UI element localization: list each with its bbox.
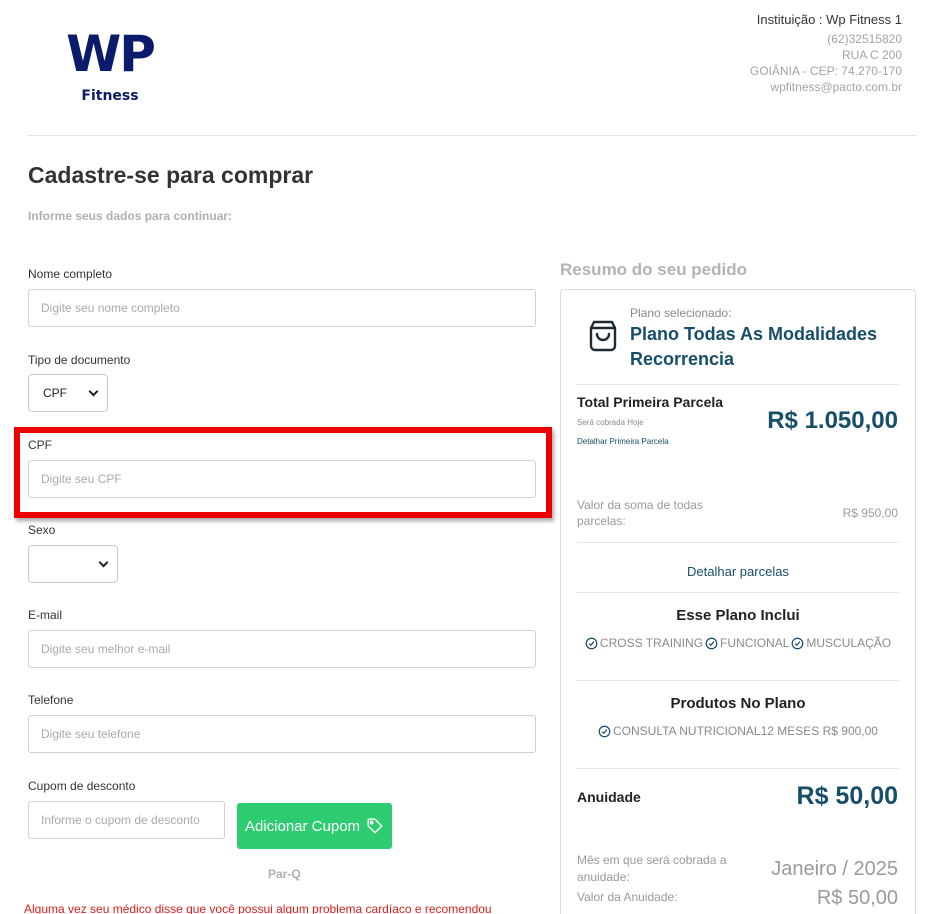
doc-type-value: CPF	[43, 386, 67, 400]
annuity-value: R$ 50,00	[796, 782, 898, 810]
includes-item-label: FUNCIONAL	[720, 636, 790, 650]
doc-type-label: Tipo de documento	[28, 353, 131, 367]
institution-info: Instituição : Wp Fitness 1 (62)32515820 …	[750, 12, 902, 95]
shopping-bag-icon	[589, 320, 617, 352]
includes-item: FUNCIONAL	[705, 636, 789, 650]
annuity-label: Anuidade	[577, 789, 641, 805]
parq-title: Par-Q	[268, 867, 301, 881]
email-label: E-mail	[28, 608, 63, 622]
summary-card	[560, 289, 916, 914]
summary-divider	[577, 768, 899, 769]
phone-label: Telefone	[28, 693, 74, 707]
sum-value: R$ 950,00	[842, 506, 898, 520]
phone-input[interactable]	[28, 715, 536, 753]
includes-list: CROSS TRAINING FUNCIONAL MUSCULAÇÃO	[577, 636, 899, 650]
includes-item: MUSCULAÇÃO	[791, 636, 891, 650]
add-coupon-button[interactable]: Adicionar Cupom	[237, 803, 392, 849]
summary-heading: Resumo do seu pedido	[560, 260, 748, 279]
add-coupon-label: Adicionar Cupom	[244, 817, 361, 835]
check-circle-icon	[585, 637, 598, 649]
first-installment-price: R$ 1.050,00	[767, 407, 898, 434]
institution-phone: (62)32515820	[827, 32, 902, 46]
check-circle-icon	[792, 637, 804, 649]
institution-address: RUA C 200	[841, 48, 902, 62]
institution-city: GOIÂNIA - CEP: 74.270-170	[749, 64, 902, 78]
annuity-month-label: Mês em que será cobrada a anuidade:	[577, 853, 727, 884]
email-input[interactable]	[28, 630, 536, 668]
summary-divider	[577, 542, 899, 543]
includes-item: CROSS TRAINING	[585, 636, 703, 650]
summary-divider	[577, 384, 899, 385]
plan-name: Plano Todas As Modalidades Recorrencia	[630, 324, 878, 369]
logo: WP Fitness	[60, 28, 160, 104]
includes-item-label: MUSCULAÇÃO	[806, 636, 892, 650]
chevron-down-icon	[88, 386, 99, 396]
institution-email: wpfitness@pacto.com.br	[770, 80, 902, 94]
plan-selected-label: Plano selecionado:	[630, 306, 732, 320]
doc-type-select[interactable]: CPF	[28, 374, 108, 412]
includes-title: Esse Plano Inclui	[676, 607, 800, 624]
products-item: CONSULTA NUTRICIONAL12 MESES R$ 900,00	[598, 724, 878, 738]
page-title: Cadastre-se para comprar	[28, 162, 314, 188]
logo-sub-text: Fitness	[81, 88, 139, 104]
detail-installments-link[interactable]: Detalhar parcelas	[577, 564, 899, 579]
chevron-down-icon	[98, 557, 109, 567]
sex-label: Sexo	[28, 523, 56, 537]
first-installment-note: Será cobrada Hoje	[577, 418, 644, 427]
annuity-amount-label: Valor da Anuidade:	[577, 890, 678, 904]
sex-select[interactable]	[28, 545, 118, 583]
check-circle-icon	[705, 637, 718, 649]
cpf-highlight-box	[14, 427, 552, 518]
logo-main-text: WP	[66, 25, 156, 83]
first-installment-detail-link[interactable]: Detalhar Primeira Parcela	[577, 437, 669, 446]
sum-label: Valor da soma de todas parcelas:	[577, 498, 703, 528]
name-label: Nome completo	[28, 267, 113, 281]
products-title: Produtos No Plano	[670, 695, 806, 712]
annuity-month-value: Janeiro / 2025	[771, 858, 898, 880]
tag-icon	[367, 818, 383, 834]
coupon-input[interactable]	[28, 801, 225, 839]
institution-name: Instituição : Wp Fitness 1	[756, 12, 902, 27]
header-divider	[28, 135, 916, 136]
first-installment-title: Total Primeira Parcela	[577, 394, 724, 410]
page-subtitle: Informe seus dados para continuar:	[28, 209, 233, 223]
products-item-label: CONSULTA NUTRICIONAL12 MESES R$ 900,00	[613, 724, 878, 738]
includes-item-label: CROSS TRAINING	[599, 636, 704, 650]
annuity-amount-value: R$ 50,00	[816, 887, 898, 909]
name-input[interactable]	[28, 289, 536, 327]
check-circle-icon	[598, 725, 611, 737]
coupon-label: Cupom de desconto	[28, 779, 136, 793]
summary-divider	[577, 592, 899, 593]
summary-divider	[577, 680, 899, 681]
parq-question: Alguma vez seu médico disse que você pos…	[24, 902, 492, 914]
products-list: CONSULTA NUTRICIONAL12 MESES R$ 900,00	[577, 724, 899, 738]
